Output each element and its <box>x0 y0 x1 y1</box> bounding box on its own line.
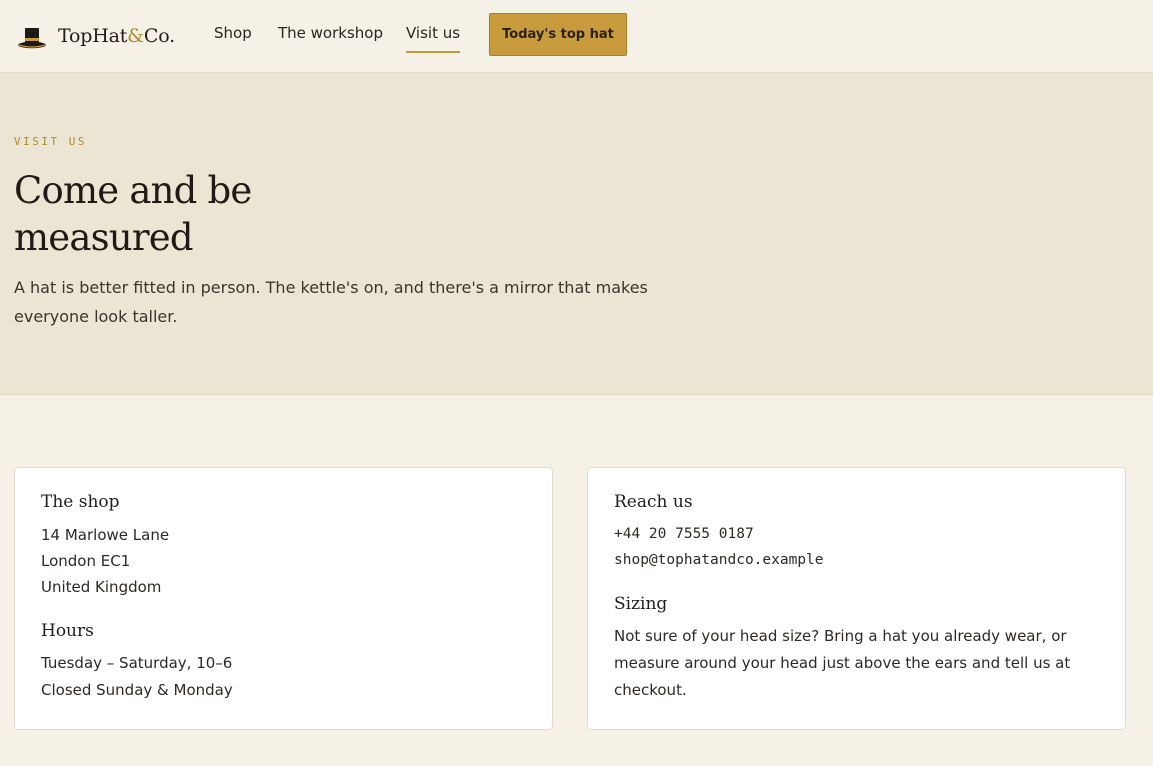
logo-ampersand: & <box>127 24 144 47</box>
shop-card-title: The shop <box>41 492 120 512</box>
todays-top-hat-button[interactable]: Today's top hat <box>489 13 627 56</box>
site-header: TopHat&Co. Shop The workshop Visit us To… <box>0 0 1153 73</box>
address-line-1: 14 Marlowe Lane <box>41 526 170 544</box>
nav-workshop[interactable]: The workshop <box>278 24 383 42</box>
hero-section: VISIT US Come and be measured A hat is b… <box>0 73 1153 395</box>
nav-shop[interactable]: Shop <box>214 24 252 42</box>
top-hat-icon <box>18 28 46 49</box>
logo-text-main: TopHat <box>58 24 128 47</box>
hours-line-2: Closed Sunday & Monday <box>41 681 233 699</box>
address-line-2: London EC1 <box>41 552 131 570</box>
shop-info-card: The shop 14 Marlowe Lane London EC1 Unit… <box>14 467 553 730</box>
hours-line-1: Tuesday – Saturday, 10–6 <box>41 654 233 672</box>
reach-us-title: Reach us <box>614 492 693 512</box>
logo-wordmark: TopHat&Co. <box>58 24 175 47</box>
logo-text-end: Co. <box>143 24 175 47</box>
hero-eyebrow: VISIT US <box>14 135 87 148</box>
logo-link[interactable]: TopHat&Co. <box>17 22 175 50</box>
hero-lead-text: A hat is better fitted in person. The ke… <box>14 278 648 326</box>
phone-link[interactable]: +44 20 7555 0187 <box>614 526 754 542</box>
hours-title: Hours <box>41 621 94 641</box>
page-title: Come and be measured <box>14 169 252 259</box>
address-line-3: United Kingdom <box>41 578 162 596</box>
sizing-title: Sizing <box>614 594 668 614</box>
email-link[interactable]: shop@tophatandco.example <box>614 552 824 568</box>
sizing-text: Not sure of your head size? Bring a hat … <box>614 627 1071 699</box>
contact-info-card: Reach us +44 20 7555 0187 shop@tophatand… <box>587 467 1126 730</box>
nav-visit-us[interactable]: Visit us <box>406 24 461 53</box>
